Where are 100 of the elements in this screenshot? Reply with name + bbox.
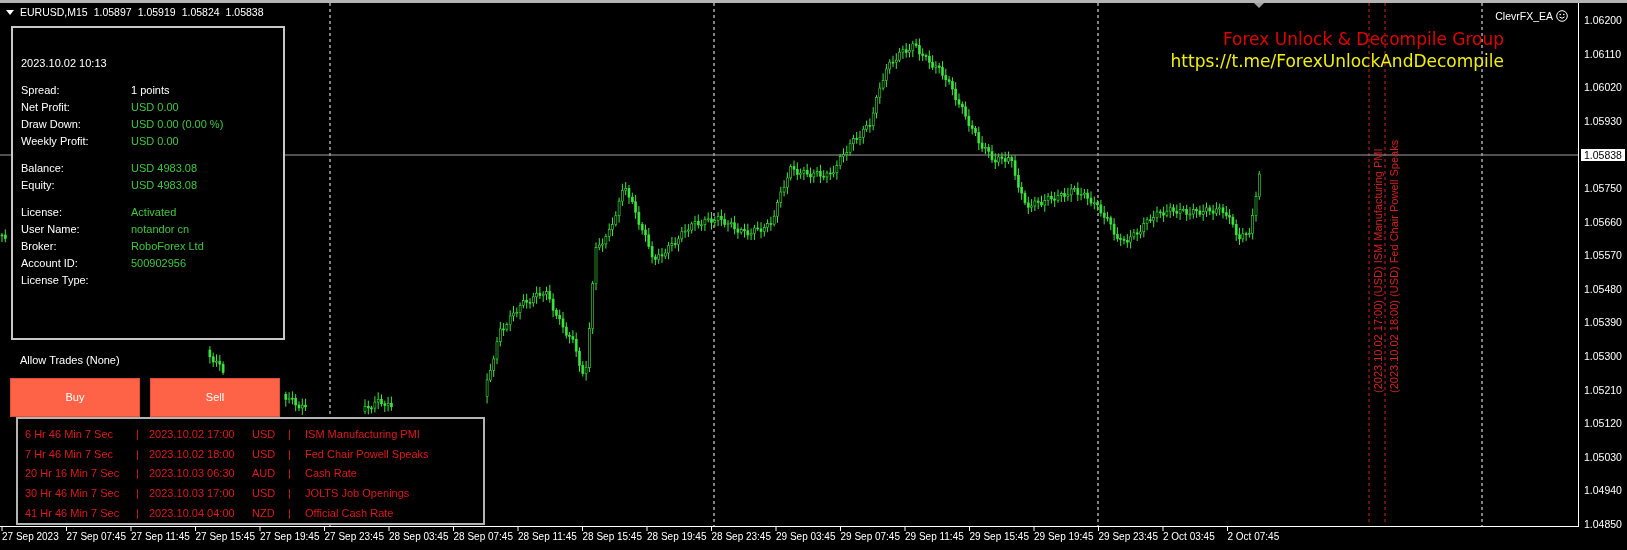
price-tick: 1.05750 xyxy=(1584,182,1622,194)
field-value: 1 points xyxy=(131,83,170,96)
news-event: ISM Manufacturing PMI xyxy=(305,427,421,440)
time-tick: 27 Sep 2023 xyxy=(2,531,59,542)
current-price-label: 1.05838 xyxy=(1581,149,1625,161)
news-divider: | xyxy=(136,467,140,480)
price-tick: 1.05390 xyxy=(1584,316,1622,329)
field-value: 500902956 xyxy=(131,256,187,269)
news-countdown: 6 Hr 46 Min 7 Sec xyxy=(25,427,115,440)
price-tick: 1.05660 xyxy=(1584,215,1622,228)
field-label: Account ID: xyxy=(21,256,79,269)
field-value: USD 0.00 xyxy=(131,100,179,113)
news-datetime: 2023.10.02 17:00 xyxy=(149,427,236,440)
allow-trades-status: Allow Trades (None) xyxy=(20,354,120,366)
field-value: USD 4983.08 xyxy=(131,161,198,174)
price-tick: 1.05120 xyxy=(1584,417,1622,430)
time-tick: 29 Sep 15:45 xyxy=(969,531,1029,542)
field-value: RoboForex Ltd xyxy=(131,239,204,252)
field-label: Balance: xyxy=(21,161,65,174)
time-tick: 28 Sep 11:45 xyxy=(518,531,577,542)
field-label: Spread: xyxy=(21,83,61,96)
price-tick: 1.06020 xyxy=(1584,81,1622,94)
expert-name: ClevrFX_EA xyxy=(1495,10,1553,22)
price-tick: 1.05030 xyxy=(1584,450,1622,463)
field-value: USD 0.00 xyxy=(131,134,179,147)
time-tick: 28 Sep 15:45 xyxy=(582,531,642,542)
time-tick: 29 Sep 19:45 xyxy=(1034,531,1094,542)
news-datetime: 2023.10.03 06:30 xyxy=(149,467,236,480)
time-tick: 27 Sep 11:45 xyxy=(131,531,190,542)
news-divider: | xyxy=(288,447,292,460)
price-tick: 1.06110 xyxy=(1584,47,1622,60)
trade-button[interactable]: Buy xyxy=(10,378,140,417)
price-quote: 1.05838 xyxy=(225,6,264,18)
field-label: License Type: xyxy=(21,273,90,286)
news-divider: | xyxy=(136,427,140,440)
event-label: (2023.10.02 18:00) (USD) Fed Chair Powell Speaks xyxy=(1388,139,1400,393)
time-tick: 27 Sep 15:45 xyxy=(195,531,255,542)
field-label: Weekly Profit: xyxy=(21,134,90,147)
trade-button[interactable]: Sell xyxy=(150,378,280,417)
news-countdown: 7 Hr 46 Min 7 Sec xyxy=(25,447,115,460)
field-value: USD 4983.08 xyxy=(131,178,198,191)
field-label: Equity: xyxy=(21,178,56,191)
price-tick: 1.05570 xyxy=(1584,249,1622,262)
news-divider: | xyxy=(288,507,292,520)
time-tick: 2 Oct 03:45 xyxy=(1163,531,1215,542)
price-tick: 1.05300 xyxy=(1584,350,1622,362)
time-tick: 2 Oct 07:45 xyxy=(1227,531,1280,542)
news-currency: USD xyxy=(252,447,277,460)
news-divider: | xyxy=(288,467,292,480)
price-quote: 1.05824 xyxy=(181,6,220,18)
field-label: License: xyxy=(21,205,63,218)
news-divider: | xyxy=(136,507,140,520)
news-datetime: 2023.10.03 17:00 xyxy=(149,487,236,500)
news-divider: | xyxy=(136,447,140,460)
time-tick: 27 Sep 23:45 xyxy=(324,531,384,542)
news-currency: AUD xyxy=(252,467,277,480)
field-value: Activated xyxy=(131,205,177,218)
news-divider: | xyxy=(288,487,292,500)
field-value: USD 0.00 (0.00 %) xyxy=(131,117,224,130)
event-label: (2023.10.02 17:00) (USD) ISM Manufacturing PMI xyxy=(1372,148,1384,393)
time-tick: 29 Sep 03:45 xyxy=(776,531,836,542)
time-tick: 29 Sep 23:45 xyxy=(1098,531,1158,542)
news-countdown: 20 Hr 16 Min 7 Sec xyxy=(25,467,121,480)
news-event: Cash Rate xyxy=(305,467,358,480)
time-tick: 27 Sep 19:45 xyxy=(260,531,320,542)
field-label: Broker: xyxy=(21,239,58,252)
time-tick: 28 Sep 07:45 xyxy=(453,531,513,542)
news-event: JOLTS Job Openings xyxy=(305,487,411,500)
time-tick: 28 Sep 23:45 xyxy=(711,531,771,542)
news-divider: | xyxy=(288,427,292,440)
news-countdown: 41 Hr 46 Min 7 Sec xyxy=(25,507,121,520)
price-quote: 1.05919 xyxy=(137,6,176,18)
time-tick: 28 Sep 03:45 xyxy=(389,531,449,542)
news-currency: USD xyxy=(252,427,277,440)
price-tick: 1.05930 xyxy=(1584,114,1622,127)
price-quote: 1.05897 xyxy=(93,6,132,18)
news-event: Fed Chair Powell Speaks xyxy=(305,447,430,460)
time-tick: 27 Sep 07:45 xyxy=(66,531,126,542)
price-tick: 1.05210 xyxy=(1584,383,1622,396)
group-title: Forex Unlock & Decompile Group xyxy=(1222,28,1504,50)
news-currency: NZD xyxy=(252,507,276,520)
news-datetime: 2023.10.02 18:00 xyxy=(149,447,236,460)
time-tick: 29 Sep 07:45 xyxy=(840,531,900,542)
time-tick: 28 Sep 19:45 xyxy=(647,531,707,542)
news-datetime: 2023.10.04 04:00 xyxy=(149,507,236,520)
price-tick: 1.04940 xyxy=(1584,484,1622,497)
price-tick: 1.06200 xyxy=(1584,14,1622,26)
price-tick: 1.04850 xyxy=(1584,518,1622,530)
news-countdown: 30 Hr 46 Min 7 Sec xyxy=(25,487,121,500)
news-divider: | xyxy=(136,487,140,500)
panel-timestamp: 2023.10.02 10:13 xyxy=(21,57,108,69)
field-value: notandor cn xyxy=(131,222,190,235)
field-label: Draw Down: xyxy=(21,117,82,130)
price-tick: 1.05480 xyxy=(1584,282,1622,295)
time-tick: 29 Sep 11:45 xyxy=(905,531,964,542)
news-event: Official Cash Rate xyxy=(305,507,395,520)
chart-symbol: EURUSD,M15 xyxy=(20,6,88,18)
news-currency: USD xyxy=(252,487,277,500)
field-label: Net Profit: xyxy=(21,100,71,113)
field-label: User Name: xyxy=(21,222,81,235)
